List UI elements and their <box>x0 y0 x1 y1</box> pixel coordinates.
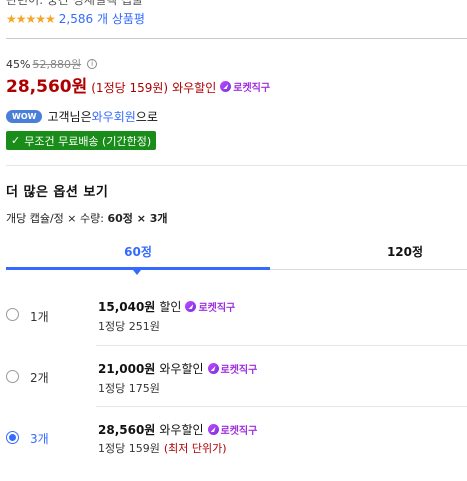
rocket-badge: 로켓직구 <box>185 299 235 314</box>
rocket-icon <box>220 81 232 92</box>
option-unit-price-2: 1정당 175원 <box>98 382 160 395</box>
star-rating-icon: ★★★★★ <box>6 11 56 26</box>
tab-120[interactable]: 120정 <box>270 243 467 260</box>
free-shipping-badge: ✓ 무조건 무료배송 (기간한정) <box>6 131 157 150</box>
option-price-1: 15,040원 <box>98 300 156 314</box>
option-summary-prefix: 개당 캡슐/정 × 수량: <box>6 212 108 225</box>
option-radio-1[interactable] <box>6 308 19 321</box>
wow-text-before: 고객님은 <box>47 110 92 124</box>
rocket-label: 로켓직구 <box>198 303 236 314</box>
info-icon[interactable]: i <box>87 59 98 69</box>
rating-row[interactable]: ★★★★★ 2,586 개 상품평 <box>6 10 145 27</box>
rocket-icon <box>207 363 219 374</box>
divider <box>96 345 467 346</box>
review-count-link[interactable]: 2,586 개 상품평 <box>59 10 145 27</box>
rocket-icon <box>185 301 197 312</box>
unit-price: (1정당 159원) <box>91 81 169 95</box>
check-icon: ✓ <box>11 134 21 147</box>
rocket-badge: 로켓직구 <box>207 422 258 437</box>
rocket-badge: 로켓직구 <box>220 79 270 94</box>
option-radio-3[interactable] <box>6 431 19 444</box>
option-qty-3[interactable]: 3개 <box>30 430 49 447</box>
wow-member-row: WOW 고객님은 와우회원 으로 <box>6 108 158 125</box>
rocket-icon <box>207 424 219 435</box>
product-title-cut: 관련어: 중간 성재컬렉 캡술 <box>6 0 143 7</box>
option-price-row-2[interactable]: 21,000원 와우할인 로켓직구 <box>98 360 257 377</box>
rocket-badge: 로켓직구 <box>207 361 258 376</box>
discount-rate: 45% <box>6 57 31 71</box>
tab-60[interactable]: 60정 <box>6 243 270 260</box>
more-options-title: 더 많은 옵션 보기 <box>6 185 109 200</box>
rocket-label: 로켓직구 <box>220 426 258 437</box>
divider <box>6 165 467 166</box>
option-discount-1: 할인 <box>159 300 182 314</box>
free-shipping-label: 무조건 무료배송 (기간한정) <box>24 134 152 148</box>
option-discount-3: 와우할인 <box>159 423 204 437</box>
option-discount-2: 와우할인 <box>159 362 204 376</box>
option-summary: 개당 캡슐/정 × 수량: 60정 × 3개 <box>6 210 168 226</box>
option-radio-2[interactable] <box>6 370 19 383</box>
option-price-row-1[interactable]: 15,040원 할인 로켓직구 <box>98 298 235 315</box>
option-unit-3: 1정당 159원 (최저 단위가) <box>98 440 227 456</box>
wow-discount-label: 와우할인 <box>172 81 217 95</box>
original-price: 52,880원 <box>32 58 82 71</box>
current-price: 28,560원 <box>6 77 88 97</box>
option-unit-1: 1정당 251원 <box>98 318 160 334</box>
wow-text-after: 으로 <box>135 110 158 124</box>
lowest-price-note: (최저 단위가) <box>163 442 227 455</box>
option-qty-2[interactable]: 2개 <box>30 369 49 386</box>
option-price-row-3[interactable]: 28,560원 와우할인 로켓직구 <box>98 421 257 438</box>
option-unit-price-1: 1정당 251원 <box>98 320 160 333</box>
divider <box>96 406 467 407</box>
wow-badge: WOW <box>6 110 43 123</box>
price-row: 28,560원 (1정당 159원) 와우할인 로켓직구 <box>6 72 270 97</box>
price-meta: 45% 52,880원 i <box>6 56 98 72</box>
wow-member-link[interactable]: 와우회원 <box>92 108 136 125</box>
option-qty-1[interactable]: 1개 <box>30 308 49 325</box>
option-price-2: 21,000원 <box>98 362 156 376</box>
rocket-label: 로켓직구 <box>220 365 258 376</box>
option-summary-value: 60정 × 3개 <box>107 212 168 225</box>
rocket-label: 로켓직구 <box>233 83 271 94</box>
option-price-3: 28,560원 <box>98 423 156 437</box>
divider <box>6 38 467 39</box>
option-unit-price-3: 1정당 159원 <box>98 442 160 455</box>
tab-caret-icon <box>133 270 141 275</box>
option-unit-2: 1정당 175원 <box>98 380 160 396</box>
